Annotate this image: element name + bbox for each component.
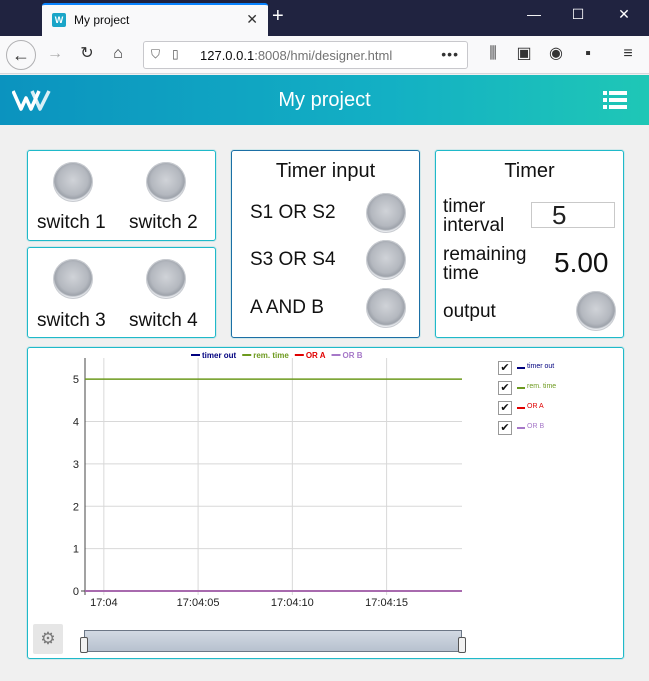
range-handle-left[interactable] bbox=[80, 637, 88, 653]
timer-title: Timer bbox=[504, 160, 555, 182]
y-tick-label: 5 bbox=[73, 374, 79, 386]
s3-or-s4-indicator bbox=[366, 240, 406, 280]
browser-tab[interactable]: W My project ✕ bbox=[42, 3, 268, 36]
switch-1-button[interactable] bbox=[53, 162, 93, 202]
switch-3-label: switch 3 bbox=[37, 310, 106, 331]
shield-icon[interactable]: ⛉ bbox=[151, 47, 160, 62]
reader-icon[interactable]: ▣ bbox=[513, 44, 535, 64]
library-icon[interactable]: ⫼ bbox=[482, 44, 504, 64]
switches-panel-bottom: switch 3 switch 4 bbox=[27, 247, 216, 338]
app-title: My project bbox=[278, 89, 371, 111]
y-tick-label: 4 bbox=[73, 417, 79, 429]
account-icon[interactable]: ◉ bbox=[545, 44, 567, 64]
output-indicator bbox=[576, 291, 616, 331]
url-text[interactable]: 127.0.0.1:8008/hmi/designer.html bbox=[200, 48, 392, 63]
tab-close-icon[interactable]: ✕ bbox=[246, 11, 258, 28]
new-tab-icon[interactable]: + bbox=[272, 6, 284, 26]
home-icon[interactable]: ⌂ bbox=[107, 44, 129, 64]
series-label: timer out bbox=[527, 363, 555, 370]
menu-icon[interactable]: ≡ bbox=[617, 44, 639, 64]
x-tick-label: 17:04:10 bbox=[271, 597, 314, 609]
range-handle-right[interactable] bbox=[458, 637, 466, 653]
app-header: My project bbox=[0, 75, 649, 125]
browser-tab-bar: W My project ✕ + — ☐ ✕ bbox=[0, 0, 649, 36]
series-swatch bbox=[517, 387, 525, 389]
series-swatch bbox=[517, 367, 525, 369]
legend-label: OR A bbox=[306, 351, 326, 360]
timer-input-title: Timer input bbox=[275, 160, 376, 182]
time-range-slider[interactable] bbox=[80, 630, 466, 653]
y-tick-label: 2 bbox=[73, 501, 79, 513]
s3-or-s4-label: S3 OR S4 bbox=[250, 249, 336, 270]
x-tick-label: 17:04:15 bbox=[365, 597, 408, 609]
legend-label: rem. time bbox=[253, 351, 289, 360]
series-checkbox[interactable]: ✔ bbox=[498, 401, 512, 415]
favicon-icon: W bbox=[52, 13, 66, 27]
series-swatch bbox=[517, 407, 525, 409]
series-checkbox[interactable]: ✔ bbox=[498, 361, 512, 375]
browser-nav-bar: ← → ↻ ⌂ ⛉ ▯ 127.0.0.1:8008/hmi/designer.… bbox=[0, 36, 649, 74]
series-swatch bbox=[517, 427, 525, 429]
switch-1-label: switch 1 bbox=[37, 212, 106, 233]
page-icon[interactable]: ▯ bbox=[172, 47, 179, 61]
s1-or-s2-label: S1 OR S2 bbox=[250, 202, 336, 223]
series-label: OR A bbox=[527, 403, 544, 410]
series-label: OR B bbox=[527, 423, 545, 430]
switch-4-label: switch 4 bbox=[129, 310, 198, 331]
chart-panel: 0 1 2 3 4 5 17:04 17:04:05 17:04:10 17:04:15 timer… bbox=[27, 347, 624, 659]
list-menu-icon[interactable] bbox=[603, 90, 627, 110]
legend-label: timer out bbox=[202, 351, 237, 360]
timer-input-panel: Timer input S1 OR S2 S3 OR S4 A AND B bbox=[231, 150, 420, 338]
line-chart[interactable]: 0 1 2 3 4 5 17:04 17:04:05 17:04:10 17:04:15 timer… bbox=[28, 348, 488, 618]
x-tick-label: 17:04:05 bbox=[177, 597, 220, 609]
remaining-time-label: remaining time bbox=[443, 244, 527, 284]
y-tick-label: 1 bbox=[73, 544, 79, 556]
extension-icon[interactable]: ▪ bbox=[577, 44, 599, 64]
forward-icon[interactable]: → bbox=[44, 44, 66, 64]
reload-icon[interactable]: ↻ bbox=[76, 44, 98, 64]
switch-3-button[interactable] bbox=[53, 259, 93, 299]
series-label: rem. time bbox=[527, 383, 557, 390]
a-and-b-indicator bbox=[366, 288, 406, 328]
close-window-icon[interactable]: ✕ bbox=[614, 6, 634, 23]
timer-interval-input[interactable]: 5 bbox=[531, 202, 615, 228]
s1-or-s2-indicator bbox=[366, 193, 406, 233]
remaining-time-value: 5.00 bbox=[554, 247, 609, 278]
switches-panel-top: switch 1 switch 2 bbox=[27, 150, 216, 241]
switch-2-button[interactable] bbox=[146, 162, 186, 202]
gear-icon[interactable]: ⚙ bbox=[33, 624, 63, 654]
minimize-icon[interactable]: — bbox=[524, 6, 544, 22]
url-bar[interactable]: ⛉ ▯ 127.0.0.1:8008/hmi/designer.html ••• bbox=[143, 41, 468, 69]
timer-interval-label: timer interval bbox=[443, 196, 505, 236]
y-tick-label: 0 bbox=[73, 586, 79, 598]
x-tick-label: 17:04 bbox=[90, 597, 118, 609]
page-actions-icon[interactable]: ••• bbox=[441, 46, 459, 62]
series-checkbox[interactable]: ✔ bbox=[498, 381, 512, 395]
a-and-b-label: A AND B bbox=[250, 297, 324, 318]
tab-title: My project bbox=[74, 13, 130, 27]
y-tick-label: 3 bbox=[73, 459, 79, 471]
legend-label: OR B bbox=[343, 351, 363, 360]
timer-panel: Timer timer interval 5 remaining time 5.… bbox=[435, 150, 624, 338]
switch-2-label: switch 2 bbox=[129, 212, 198, 233]
output-label: output bbox=[443, 301, 496, 322]
series-checkbox[interactable]: ✔ bbox=[498, 421, 512, 435]
switch-4-button[interactable] bbox=[146, 259, 186, 299]
maximize-icon[interactable]: ☐ bbox=[568, 6, 588, 23]
back-icon[interactable]: ← bbox=[6, 40, 36, 70]
